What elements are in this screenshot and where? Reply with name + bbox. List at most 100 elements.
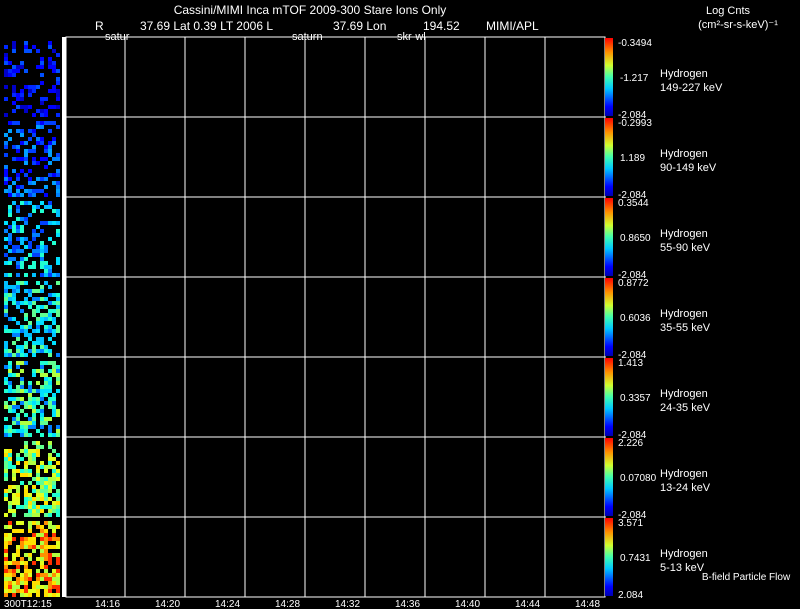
- sky-map-pixel: [24, 49, 28, 53]
- sky-map-pixel: [32, 329, 36, 333]
- sky-map-pixel: [12, 289, 16, 293]
- sky-map-pixel: [4, 417, 8, 421]
- sky-map-pixel: [28, 337, 32, 341]
- sky-map-pixel: [4, 165, 8, 169]
- sky-map-pixel: [36, 497, 40, 501]
- sky-map-pixel: [8, 585, 12, 589]
- sky-map-pixel: [4, 389, 8, 393]
- sky-map-pixel: [52, 481, 56, 485]
- sky-map-pixel: [8, 385, 12, 389]
- sky-map-pixel: [20, 589, 24, 593]
- sky-map-pixel: [48, 205, 52, 209]
- sky-map-pixel: [4, 237, 8, 241]
- sky-map-pixel: [28, 513, 32, 517]
- sky-map-pixel: [28, 453, 32, 457]
- sky-map-pixel: [4, 553, 8, 557]
- sky-map-pixel: [44, 417, 48, 421]
- sky-map-pixel: [8, 489, 12, 493]
- sky-map-pixel: [8, 521, 12, 525]
- sky-map-pixel: [56, 585, 60, 589]
- sky-map-pixel: [4, 97, 8, 101]
- sky-map-pixel: [40, 121, 44, 125]
- sky-map-pixel: [24, 85, 28, 89]
- sky-map-pixel: [12, 421, 16, 425]
- sky-map-pixel: [20, 401, 24, 405]
- sky-map-pixel: [56, 309, 60, 313]
- sky-map-pixel: [12, 405, 16, 409]
- sky-map-pixel: [44, 249, 48, 253]
- sky-map-pixel: [48, 105, 52, 109]
- sky-map-pixel: [48, 141, 52, 145]
- sky-map-pixel: [56, 69, 60, 73]
- sky-map-pixel: [48, 65, 52, 69]
- sky-map-pixel: [8, 457, 12, 461]
- sky-map-pixel: [40, 557, 44, 561]
- sky-map-pixel: [36, 289, 40, 293]
- sky-map-pixel: [36, 473, 40, 477]
- sky-map-pixel: [52, 553, 56, 557]
- sky-map-pixel: [32, 313, 36, 317]
- sky-map-pixel: [20, 241, 24, 245]
- sky-map-pixel: [8, 241, 12, 245]
- sky-map-pixel: [28, 253, 32, 257]
- sky-map-pixel: [16, 549, 20, 553]
- sky-map-pixel: [12, 397, 16, 401]
- sky-map-pixel: [16, 249, 20, 253]
- sky-map-pixel: [36, 309, 40, 313]
- sky-map-pixel: [4, 45, 8, 49]
- sky-map-pixel: [44, 521, 48, 525]
- sky-map-pixel: [20, 409, 24, 413]
- species-label: Hydrogen: [660, 228, 708, 240]
- sky-map-pixel: [4, 541, 8, 545]
- sky-map-pixel: [12, 45, 16, 49]
- sky-map-pixel: [40, 73, 44, 77]
- sky-map-pixel: [56, 569, 60, 573]
- sky-map-pixel: [56, 353, 60, 357]
- sky-map-pixel: [48, 285, 52, 289]
- sky-map-pixel: [40, 493, 44, 497]
- sky-map-pixel: [4, 177, 8, 181]
- sky-map-pixel: [40, 229, 44, 233]
- sky-map-pixel: [12, 65, 16, 69]
- sky-map-pixel: [48, 325, 52, 329]
- sky-map-pixel: [20, 61, 24, 65]
- time-tick-label: 14:28: [275, 599, 300, 609]
- sky-map-pixel: [12, 417, 16, 421]
- sky-map-pixel: [8, 261, 12, 265]
- sky-map-pixel: [32, 505, 36, 509]
- sky-map-pixel: [40, 365, 44, 369]
- sky-map-pixel: [16, 585, 20, 589]
- sky-map-pixel: [8, 501, 12, 505]
- sky-map-pixel: [44, 205, 48, 209]
- sky-map-pixel: [24, 45, 28, 49]
- sky-map-pixel: [44, 577, 48, 581]
- sky-map-pixel: [28, 577, 32, 581]
- sky-map-pixel: [4, 593, 8, 597]
- sky-map-pixel: [40, 81, 44, 85]
- sky-map-pixel: [52, 121, 56, 125]
- sky-map-pixel: [52, 401, 56, 405]
- sky-map-pixel: [20, 429, 24, 433]
- sky-map-pixel: [56, 313, 60, 317]
- sky-map-pixel: [20, 93, 24, 97]
- sky-map-pixel: [44, 537, 48, 541]
- sky-map-pixel: [20, 385, 24, 389]
- sky-map-pixel: [8, 369, 12, 373]
- sky-map-pixel: [4, 301, 8, 305]
- sky-map-pixel: [28, 321, 32, 325]
- sky-map-pixel: [36, 525, 40, 529]
- sky-map-pixel: [44, 493, 48, 497]
- sky-map-pixel: [24, 493, 28, 497]
- sky-map-pixel: [4, 69, 8, 73]
- sky-map-pixel: [16, 321, 20, 325]
- sky-map-pixel: [4, 469, 8, 473]
- sky-map-pixel: [48, 361, 52, 365]
- sky-map-pixel: [52, 69, 56, 73]
- sky-map-pixel: [24, 405, 28, 409]
- sky-map-pixel: [8, 373, 12, 377]
- sky-map-pixel: [36, 449, 40, 453]
- sky-map-pixel: [32, 477, 36, 481]
- sky-map-pixel: [32, 489, 36, 493]
- units-label-line1: Log Cnts: [706, 5, 751, 17]
- sky-map-pixel: [24, 161, 28, 165]
